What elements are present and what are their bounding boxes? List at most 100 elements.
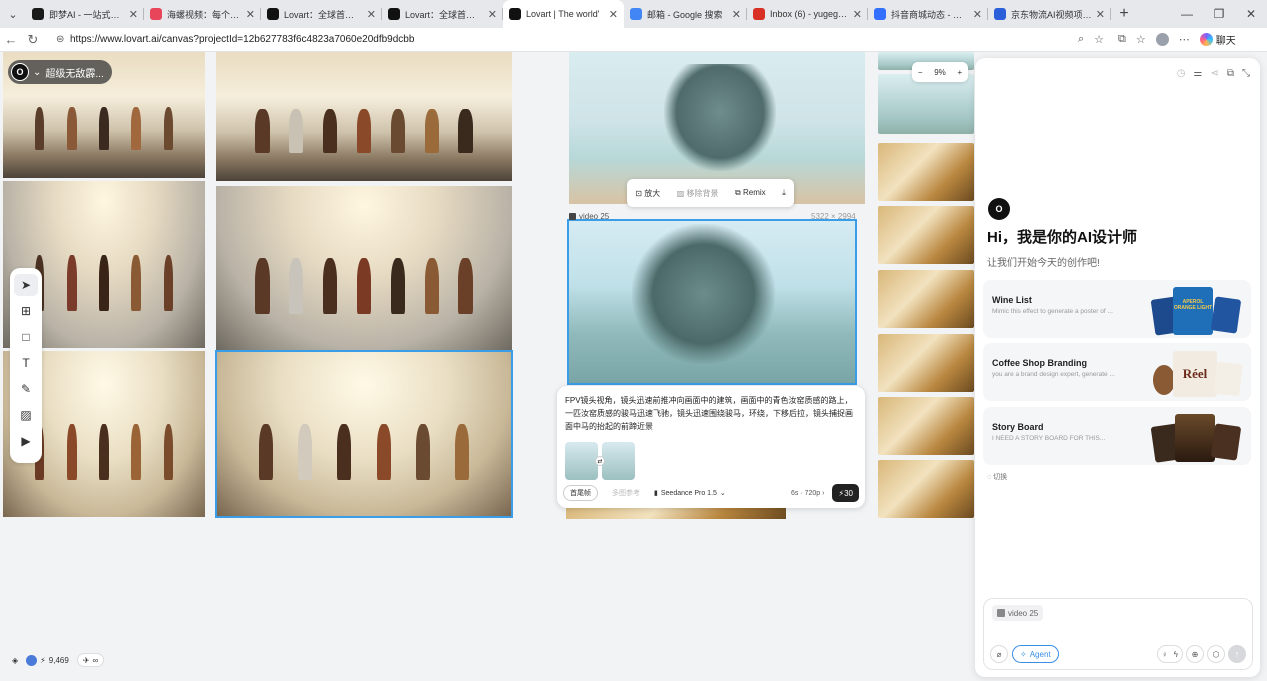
close-tab-icon[interactable]: ✕ [129,8,138,21]
browser-tab[interactable]: 邮箱 - Google 搜索 ✕ [624,0,747,28]
lightbulb-icon[interactable]: ♀ [1162,650,1168,659]
favorite-star-icon[interactable]: ☆ [1094,33,1104,46]
browser-tab[interactable]: 京东物流AI视频项目 1.2 ✕ [988,0,1111,28]
close-tab-icon[interactable]: ✕ [973,8,982,21]
new-tab-button[interactable]: + [1111,0,1137,28]
thumbnail-image[interactable] [878,74,974,134]
image-generator-icon[interactable]: ▨ [14,404,38,426]
url-text: https://www.lovart.ai/canvas?projectId=1… [70,34,415,45]
card-description: you are a brand design expert, generate … [992,371,1115,378]
doc-icon [994,8,1006,20]
agent-mode-toggle[interactable]: ✧ Agent [1012,645,1059,663]
thumbnail-image[interactable] [878,334,974,392]
membership-pill[interactable]: ✈ ∞ [76,653,105,667]
horse-image-selected[interactable] [215,350,513,518]
close-tab-icon[interactable]: ✕ [732,8,741,21]
browser-tab[interactable]: Lovart：全球首个AI设计 ✕ [261,0,382,28]
design-canvas[interactable]: O ⌄ 超级无敌霹... ➤ ⊞ □ T ✎ ▨ ▶ ⊡ 放大 ▨ 移除背景 ⧉… [0,52,1267,681]
multi-reference-tab[interactable]: 多图参考 [606,485,646,501]
text-tool-icon[interactable]: T [14,352,38,374]
horse-image[interactable] [216,52,512,181]
browser-tab[interactable]: 海螺视频：每个想法都 ✕ [144,0,261,28]
last-frame-thumbnail[interactable] [602,442,635,480]
model-selector[interactable]: ▮ Seedance Pro 1.5 ⌄ [654,489,726,498]
copilot-button[interactable]: 聊天 [1199,32,1236,47]
pen-tool-icon[interactable]: ✎ [14,378,38,400]
prompt-text[interactable]: FPV镜头视角，镜头迅速前推冲向画面中的建筑，画面中的青色汝窑质感的路上，一匹汝… [565,394,857,434]
chat-input-box[interactable]: video 25 ⌀ ✧ Agent ♀ ϟ ⊕ ⬡ ↑ [983,598,1253,670]
new-chat-icon[interactable]: ⧉ [1227,68,1234,79]
more-menu-icon[interactable]: ⋯ [1179,33,1190,46]
close-tab-icon[interactable]: ✕ [367,8,376,21]
back-icon[interactable]: ← [0,32,22,47]
tab-list-chevron-icon[interactable]: ⌄ [0,0,26,28]
profile-avatar[interactable] [1155,33,1169,46]
close-tab-icon[interactable]: ✕ [246,8,255,21]
attachment-chip[interactable]: video 25 [992,605,1044,621]
browser-tab[interactable]: 抖音商城动态 - 飞书云 ✕ [868,0,988,28]
url-omnibox[interactable]: ⊜ https://www.lovart.ai/canvas?projectId… [50,29,1110,50]
lovart-icon [388,8,400,20]
thumbnail-image[interactable] [878,460,974,518]
video-25-frame[interactable] [567,219,857,385]
favorites-icon[interactable]: ☆ [1136,33,1146,46]
close-tab-icon[interactable]: ✕ [488,8,497,21]
thumbnail-image[interactable] [878,143,974,201]
close-tab-icon[interactable]: ✕ [853,8,862,21]
thumbnail-image[interactable] [878,206,974,264]
close-tab-icon[interactable]: ✕ [609,8,618,21]
send-button[interactable]: ↑ [1228,645,1246,663]
video-settings[interactable]: 6s · 720p › [791,490,824,497]
idea-mode-toggle[interactable]: ♀ ϟ [1156,645,1183,663]
credits-indicator[interactable]: ⚡ 9,469 [26,654,69,666]
restore-icon[interactable]: ❐ [1203,0,1235,28]
thumbnail-image[interactable] [878,397,974,455]
copilot-icon [1199,33,1213,46]
suggestion-card[interactable]: Story Board I NEED A STORY BOARD FOR THI… [983,407,1251,465]
remix-button[interactable]: ⧉ Remix [735,188,766,198]
settings-sliders-icon[interactable]: ⚌ [1194,68,1203,79]
model-cube-icon[interactable]: ⬡ [1207,645,1225,663]
project-name: 超级无敌霹... [45,68,104,80]
zoom-in-icon[interactable]: + [957,68,962,77]
add-frame-icon[interactable]: ⊞ [14,300,38,322]
zoom-search-icon[interactable]: ⌕ [1078,33,1084,46]
extensions-icon[interactable]: ⧉ [1118,33,1126,46]
browser-tab[interactable]: 即梦AI - 一站式AI创作平 ✕ [26,0,144,28]
thumbnail-image[interactable] [878,270,974,328]
generate-button[interactable]: ⚡ 30 [832,484,859,502]
close-tab-icon[interactable]: ✕ [1096,8,1105,21]
zoom-level[interactable]: 9% [934,68,946,77]
project-menu[interactable]: O ⌄ 超级无敌霹... [8,60,112,84]
zoom-out-icon[interactable]: − [918,68,923,77]
share-icon[interactable]: ⋖ [1210,68,1218,79]
close-window-icon[interactable]: ✕ [1235,0,1267,28]
rectangle-tool-icon[interactable]: □ [14,326,38,348]
video-generator-icon[interactable]: ▶ [14,430,38,452]
bottom-partial-image[interactable] [566,507,786,519]
site-info-icon[interactable]: ⊜ [56,34,70,45]
web-search-icon[interactable]: ⊕ [1186,645,1204,663]
history-icon[interactable]: ◷ [1177,68,1186,79]
reload-icon[interactable]: ↻ [22,32,44,48]
browser-tab[interactable]: Lovart | The world' ✕ [503,0,624,28]
browser-tab[interactable]: Lovart：全球首个AI设计 ✕ [382,0,503,28]
horse-image[interactable] [216,186,512,350]
zoom-control: − 9% + [912,62,968,82]
download-icon[interactable]: ⤓ [782,188,786,198]
first-last-frame-tab[interactable]: 首尾帧 [563,485,598,501]
attach-file-icon[interactable]: ⌀ [990,645,1008,663]
browser-tab[interactable]: Inbox (6) - yugegewu@ ✕ [747,0,868,28]
minimize-icon[interactable]: — [1171,0,1203,28]
switch-suggestions-button[interactable]: ◌ 切换 [987,472,1007,482]
collapse-icon[interactable]: ⤡ [1242,68,1250,79]
lightning-mode-icon[interactable]: ϟ [1174,650,1178,659]
upscale-button[interactable]: ⊡ 放大 [635,188,660,199]
swap-frames-icon[interactable]: ⇄ [595,456,605,466]
select-tool-icon[interactable]: ➤ [14,274,38,296]
first-frame-thumbnail[interactable] [565,442,598,480]
suggestion-card[interactable]: Wine List Mimic this effect to generate … [983,280,1251,338]
remove-bg-button[interactable]: ▨ 移除背景 [677,188,719,199]
layers-icon[interactable]: ◈ [12,656,18,665]
suggestion-card[interactable]: Coffee Shop Branding you are a brand des… [983,343,1251,401]
